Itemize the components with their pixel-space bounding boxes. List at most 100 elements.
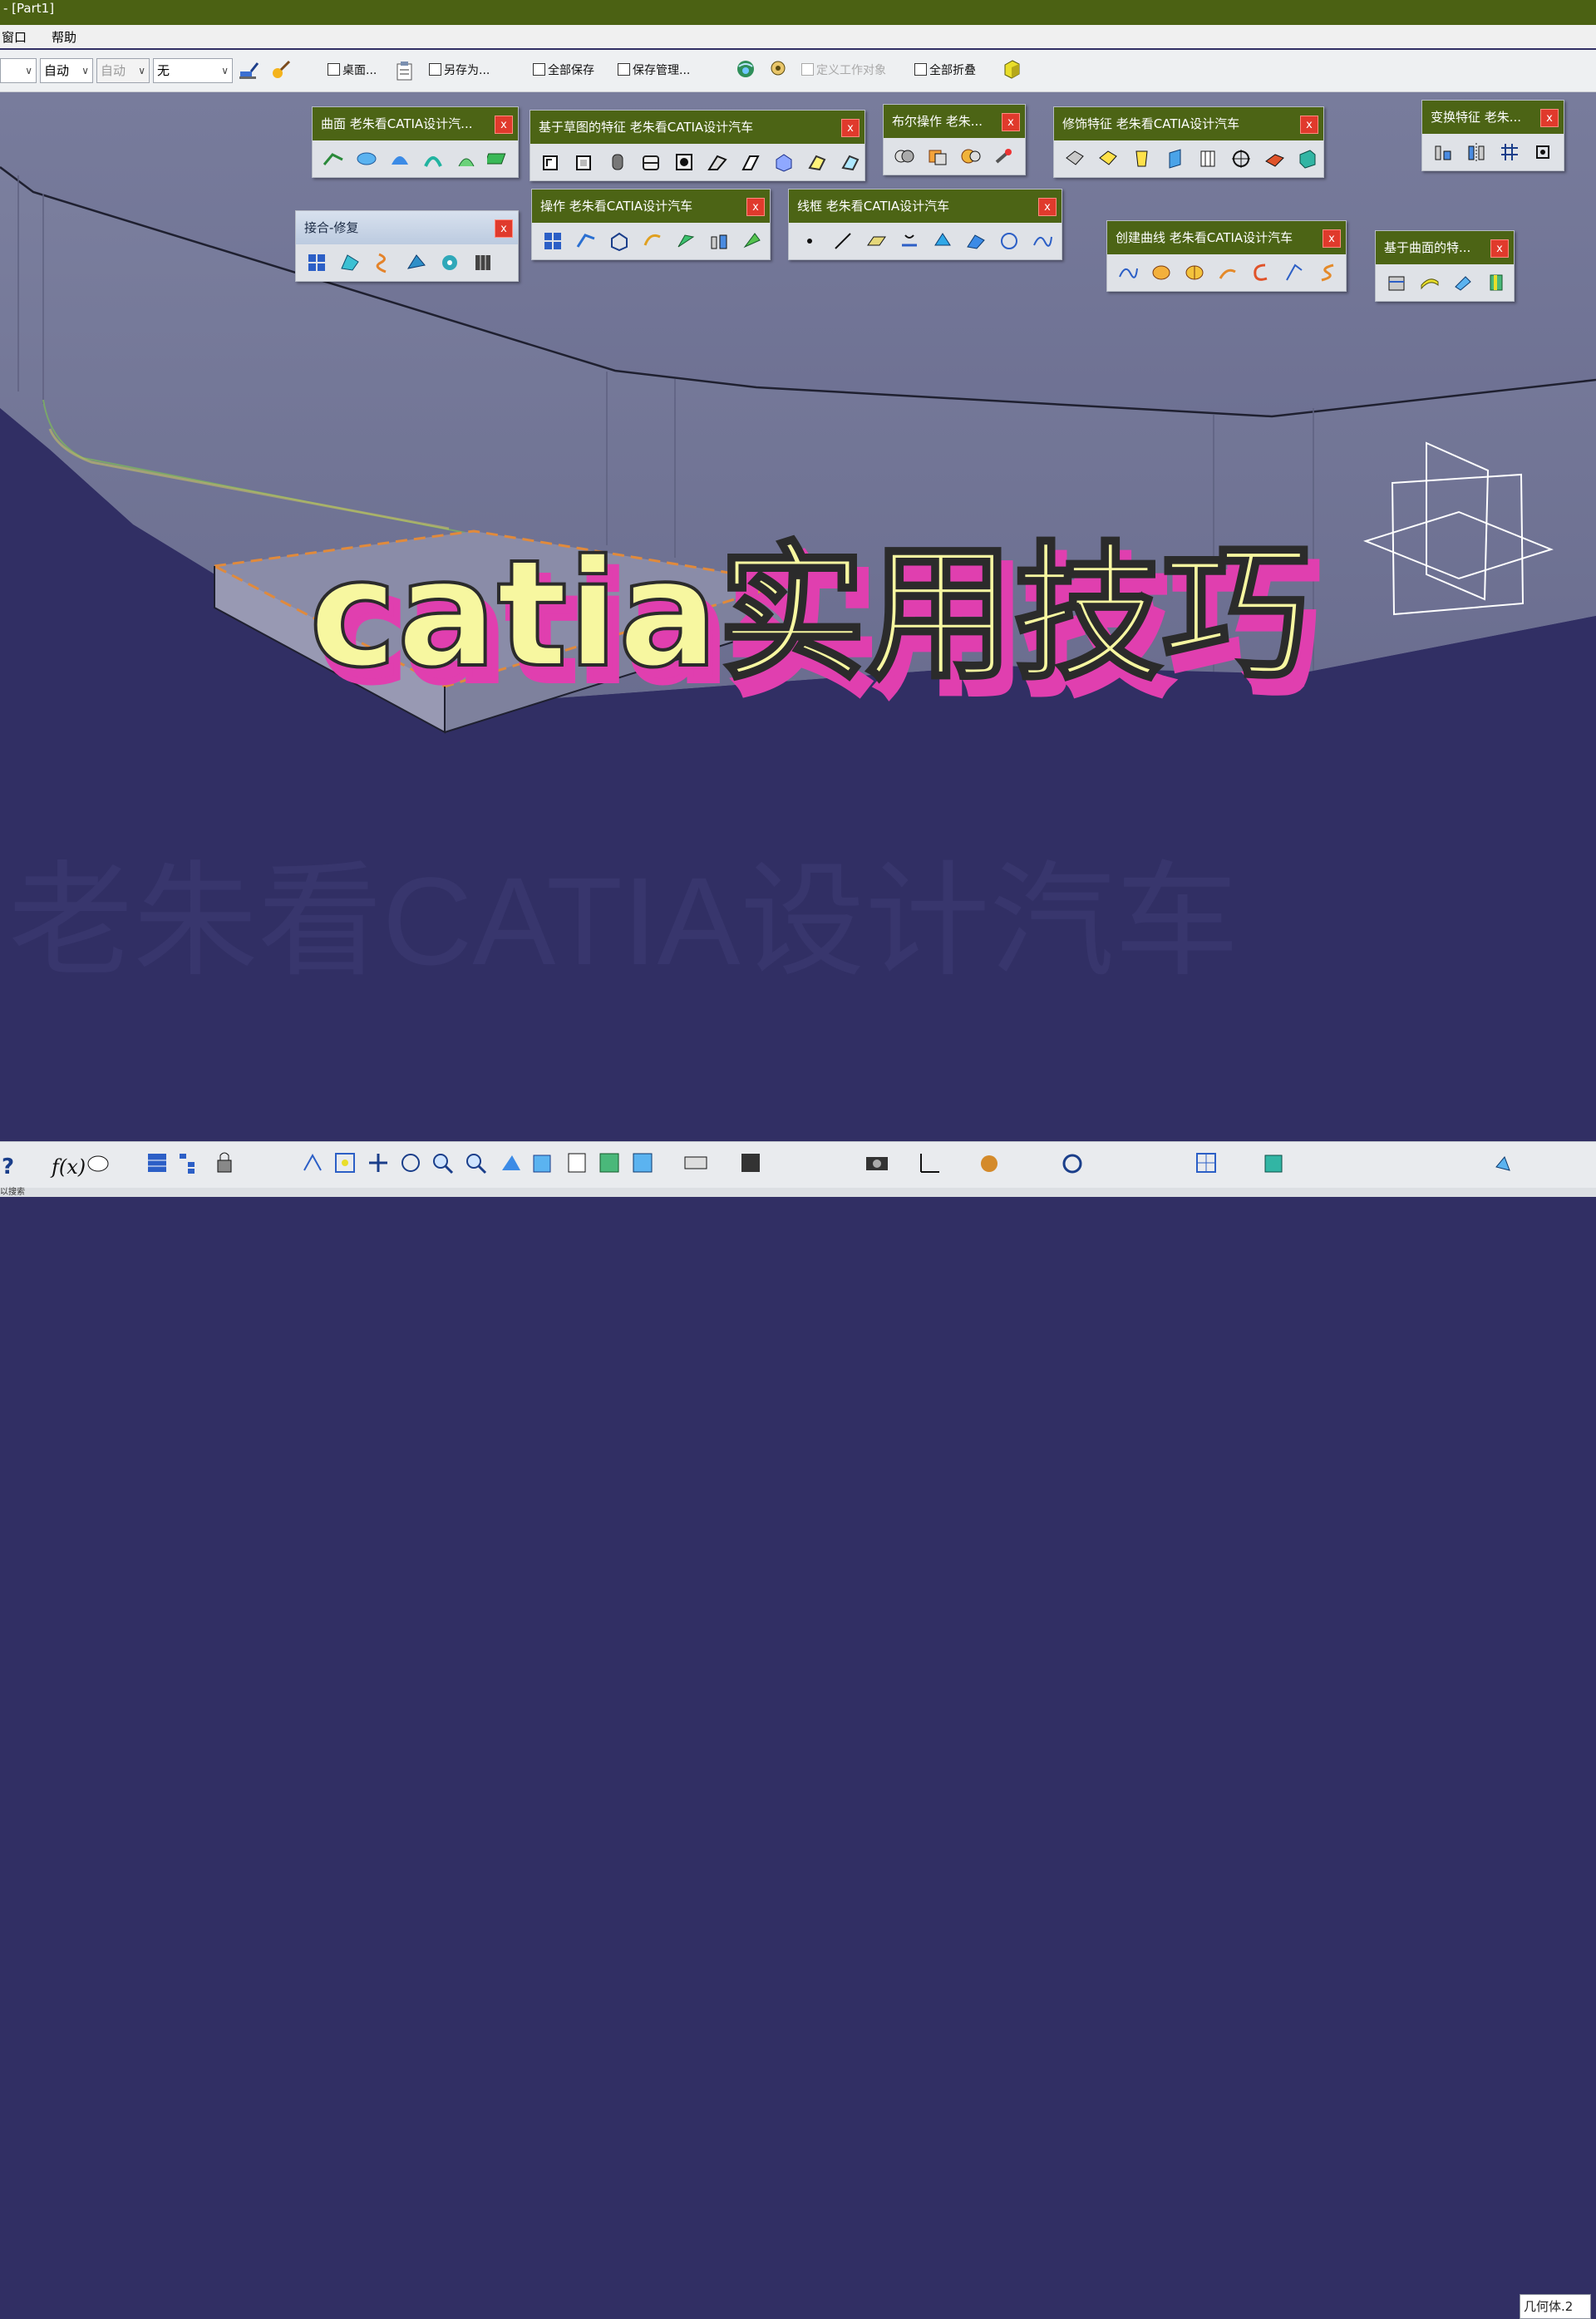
shell-icon[interactable] xyxy=(1162,146,1187,171)
line-weight-combo[interactable]: 自动 ∨ xyxy=(40,58,93,83)
properties-brush-icon[interactable] xyxy=(271,58,293,80)
project-curve-icon[interactable] xyxy=(1215,260,1240,285)
collapse-all-checkbox[interactable]: 全部折叠 xyxy=(914,62,976,78)
palette-sketch-based-features[interactable]: 基于草图的特征 老朱看CATIA设计汽车 x xyxy=(530,110,865,181)
palette-sketch-based-features-title[interactable]: 基于草图的特征 老朱看CATIA设计汽车 x xyxy=(530,111,864,144)
palette-dress-up-features-title[interactable]: 修饰特征 老朱看CATIA设计汽车 x xyxy=(1054,107,1323,140)
close-icon[interactable]: x xyxy=(1323,229,1341,248)
palette-wireframe-title[interactable]: 线框 老朱看CATIA设计汽车 x xyxy=(789,190,1062,223)
hole-icon[interactable] xyxy=(672,150,697,175)
untrim-icon[interactable] xyxy=(404,250,429,275)
sew-surface-icon[interactable] xyxy=(1484,270,1509,295)
removed-multi-section-icon[interactable] xyxy=(838,150,863,175)
projection-icon[interactable] xyxy=(897,229,922,254)
translate-icon[interactable] xyxy=(707,229,732,254)
add-icon[interactable] xyxy=(925,144,950,169)
palette-boolean-operations-title[interactable]: 布尔操作 老朱... x xyxy=(884,105,1025,138)
palette-join-healing[interactable]: 接合-修复 x xyxy=(295,210,519,282)
styling-corner-icon[interactable] xyxy=(1282,260,1307,285)
remove-icon[interactable] xyxy=(958,144,983,169)
palette-join-healing-title[interactable]: 接合-修复 x xyxy=(296,211,518,244)
render-style-combo[interactable]: 无 ∨ xyxy=(153,58,233,83)
extrapolate-icon[interactable] xyxy=(740,229,765,254)
close-icon[interactable]: x xyxy=(1540,109,1559,127)
palette-surface-based-features-title[interactable]: 基于曲面的特... x xyxy=(1376,231,1514,264)
palette-surfaces-title[interactable]: 曲面 老朱看CATIA设计汽... x xyxy=(313,107,518,140)
parallel-curve-icon[interactable] xyxy=(963,229,988,254)
join-icon[interactable] xyxy=(304,250,329,275)
circle-icon[interactable] xyxy=(997,229,1022,254)
save-all-checkbox[interactable]: 全部保存 xyxy=(533,62,594,78)
healing-icon[interactable] xyxy=(337,250,362,275)
extract-icon[interactable] xyxy=(640,229,665,254)
assemble-icon[interactable] xyxy=(892,144,917,169)
thread-icon[interactable] xyxy=(1229,146,1254,171)
mirror-icon[interactable] xyxy=(1464,140,1489,165)
close-icon[interactable]: x xyxy=(495,116,513,134)
close-icon[interactable]: x xyxy=(1002,113,1020,131)
sweep-surface-icon[interactable] xyxy=(454,146,479,171)
curve-on-surface-icon[interactable] xyxy=(1149,260,1174,285)
split-icon[interactable] xyxy=(470,250,495,275)
palette-operations[interactable]: 操作 老朱看CATIA设计汽车 x xyxy=(531,189,771,260)
multi-section-solid-icon[interactable] xyxy=(805,150,830,175)
part-body-icon[interactable] xyxy=(1001,58,1022,80)
translation-icon[interactable] xyxy=(1431,140,1456,165)
close-icon[interactable]: x xyxy=(495,219,513,238)
palette-create-curves-title[interactable]: 创建曲线 老朱看CATIA设计汽车 x xyxy=(1107,221,1346,254)
palette-operations-title[interactable]: 操作 老朱看CATIA设计汽车 x xyxy=(532,190,770,223)
draft-icon[interactable] xyxy=(1129,146,1154,171)
thick-surface-icon[interactable] xyxy=(1417,270,1442,295)
offset-surface-icon[interactable] xyxy=(421,146,446,171)
close-icon[interactable]: x xyxy=(1490,239,1509,258)
desk-checkbox[interactable]: 桌面... xyxy=(328,62,377,78)
save-management-checkbox[interactable]: 保存管理... xyxy=(618,62,690,78)
palette-transformation-features[interactable]: 变换特征 老朱... x xyxy=(1421,100,1564,171)
rib-icon[interactable] xyxy=(705,150,730,175)
point-icon[interactable] xyxy=(797,229,822,254)
tools-options-icon[interactable] xyxy=(768,58,790,80)
globe-update-icon[interactable] xyxy=(735,58,756,80)
palette-surfaces[interactable]: 曲面 老朱看CATIA设计汽... x xyxy=(312,106,519,178)
blend-curve-icon[interactable] xyxy=(1249,260,1273,285)
painter-icon[interactable] xyxy=(238,60,259,81)
palette-boolean-operations[interactable]: 布尔操作 老朱... x xyxy=(883,104,1026,175)
matching-curve-icon[interactable] xyxy=(1315,260,1340,285)
revolve-surface-icon[interactable] xyxy=(354,146,379,171)
shaft-icon[interactable] xyxy=(605,150,630,175)
curve-3d-icon[interactable] xyxy=(1116,260,1140,285)
spline-icon[interactable] xyxy=(1030,229,1055,254)
palette-surface-based-features[interactable]: 基于曲面的特... x xyxy=(1375,230,1515,302)
edge-fillet-icon[interactable] xyxy=(1062,146,1087,171)
replace-face-icon[interactable] xyxy=(1295,146,1320,171)
groove-icon[interactable] xyxy=(638,150,663,175)
pocket-icon[interactable] xyxy=(572,150,597,175)
slot-icon[interactable] xyxy=(738,150,763,175)
stiffener-icon[interactable] xyxy=(771,150,796,175)
chamfer-icon[interactable] xyxy=(1096,146,1121,171)
close-icon[interactable]: x xyxy=(746,198,765,216)
close-icon[interactable]: x xyxy=(1038,198,1057,216)
palette-transformation-features-title[interactable]: 变换特征 老朱... x xyxy=(1422,101,1564,134)
sphere-surface-icon[interactable] xyxy=(387,146,412,171)
scaling-icon[interactable] xyxy=(1530,140,1555,165)
isoparametric-curve-icon[interactable] xyxy=(1182,260,1207,285)
pad-icon[interactable] xyxy=(539,150,564,175)
layer-combo[interactable]: ∨ xyxy=(0,58,37,83)
split-solid-icon[interactable] xyxy=(1384,270,1409,295)
close-icon[interactable]: x xyxy=(1300,116,1318,134)
boundary-icon[interactable] xyxy=(607,229,632,254)
fill-surface-icon[interactable] xyxy=(487,146,512,171)
clipboard-icon[interactable] xyxy=(394,60,416,81)
menu-window[interactable]: 窗口 xyxy=(2,28,27,46)
line-icon[interactable] xyxy=(830,229,855,254)
remove-face-icon[interactable] xyxy=(1262,146,1287,171)
thickness-icon[interactable] xyxy=(1195,146,1220,171)
menu-help[interactable]: 帮助 xyxy=(52,28,76,46)
current-body-combo[interactable]: 几何体.2 xyxy=(1520,2294,1591,2319)
split-surface-icon[interactable] xyxy=(574,229,598,254)
palette-dress-up-features[interactable]: 修饰特征 老朱看CATIA设计汽车 x xyxy=(1053,106,1324,178)
palette-create-curves[interactable]: 创建曲线 老朱看CATIA设计汽车 x xyxy=(1106,220,1347,292)
shape-fillet-icon[interactable] xyxy=(673,229,698,254)
plane-icon[interactable] xyxy=(864,229,889,254)
